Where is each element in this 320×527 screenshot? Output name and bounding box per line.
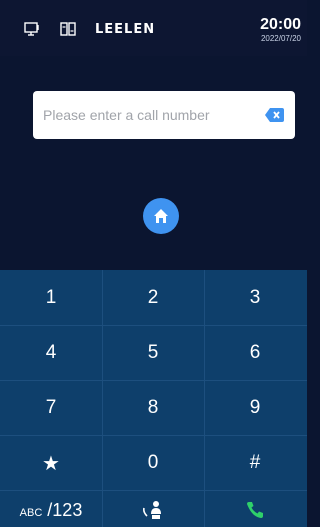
call-button[interactable] [204,493,306,527]
keypad-divider [0,490,307,491]
key-4[interactable]: 4 [0,328,102,378]
clock-date: 2022/07/20 [260,34,301,43]
backspace-icon[interactable] [265,108,284,122]
monitor-icon [24,22,40,36]
key-6[interactable]: 6 [204,328,306,378]
key-7[interactable]: 7 [0,383,102,433]
brand-logo: LEELEN [95,22,156,37]
key-star[interactable]: ★ [0,438,102,488]
contact-call-icon [143,501,161,519]
keypad-divider [0,435,307,436]
abc-123-label: ABC /123 [20,500,83,521]
key-0[interactable]: 0 [102,438,204,488]
clock-time: 20:00 [260,16,301,33]
num-suffix: /123 [47,499,83,520]
keypad-divider [0,380,307,381]
key-3[interactable]: 3 [204,273,306,323]
phone-call-icon [247,502,263,518]
key-hash[interactable]: # [204,438,306,488]
key-5[interactable]: 5 [102,328,204,378]
key-2[interactable]: 2 [102,273,204,323]
keypad-divider [0,325,307,326]
dial-keypad: 1 2 3 4 5 6 7 8 9 ★ 0 # [0,270,307,527]
status-bar: LEELEN 20:00 2022/07/20 [0,0,307,56]
call-number-box [33,91,295,139]
key-9[interactable]: 9 [204,383,306,433]
abc-123-toggle[interactable]: ABC /123 [0,493,102,527]
call-number-input[interactable] [43,105,251,125]
home-icon [154,209,168,223]
key-1[interactable]: 1 [0,273,102,323]
clock: 20:00 2022/07/20 [260,16,301,43]
contact-call-button[interactable] [102,493,204,527]
abc-prefix: ABC [19,506,43,519]
intercom-icon [60,22,76,36]
home-button[interactable] [143,198,179,234]
key-8[interactable]: 8 [102,383,204,433]
